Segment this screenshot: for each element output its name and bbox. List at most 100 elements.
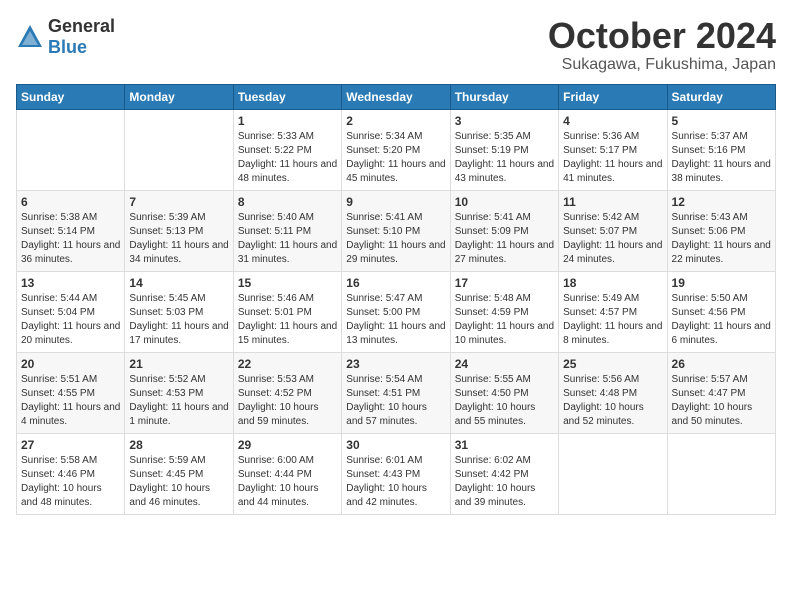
calendar-cell: 10Sunrise: 5:41 AM Sunset: 5:09 PM Dayli…	[450, 190, 558, 271]
day-number: 7	[129, 195, 228, 209]
day-info: Sunrise: 5:48 AM Sunset: 4:59 PM Dayligh…	[455, 292, 554, 348]
day-number: 31	[455, 438, 554, 452]
weekday-header-friday: Friday	[559, 84, 667, 109]
weekday-header-tuesday: Tuesday	[233, 84, 341, 109]
day-info: Sunrise: 5:41 AM Sunset: 5:09 PM Dayligh…	[455, 211, 554, 267]
day-number: 28	[129, 438, 228, 452]
day-number: 4	[563, 114, 662, 128]
day-info: Sunrise: 5:37 AM Sunset: 5:16 PM Dayligh…	[672, 130, 771, 186]
day-number: 16	[346, 276, 445, 290]
calendar-cell: 17 Sunrise: 5:48 AM Sunset: 4:59 PM Dayli…	[450, 271, 558, 352]
calendar-week-5: 27Sunrise: 5:58 AM Sunset: 4:46 PM Dayli…	[17, 433, 776, 514]
day-info: Sunrise: 5:35 AM Sunset: 5:19 PM Dayligh…	[455, 130, 554, 186]
calendar-cell: 8Sunrise: 5:40 AM Sunset: 5:11 PM Daylig…	[233, 190, 341, 271]
day-info: Sunrise: 6:02 AM Sunset: 4:42 PM Dayligh…	[455, 454, 554, 510]
day-info: Sunrise: 5:45 AM Sunset: 5:03 PM Dayligh…	[129, 292, 228, 348]
logo-general: General	[48, 16, 115, 36]
day-info: Sunrise: 5:42 AM Sunset: 5:07 PM Dayligh…	[563, 211, 662, 267]
calendar-cell: 12 Sunrise: 5:43 AM Sunset: 5:06 PM Dayli…	[667, 190, 775, 271]
day-info: Sunrise: 5:50 AM Sunset: 4:56 PM Dayligh…	[672, 292, 771, 348]
day-info: Sunrise: 5:55 AM Sunset: 4:50 PM Dayligh…	[455, 373, 554, 429]
page-header: General Blue October 2024 Sukagawa, Fuku…	[16, 16, 776, 74]
calendar-cell	[559, 433, 667, 514]
logo-icon	[16, 23, 44, 51]
day-number: 12	[672, 195, 771, 209]
day-info: Sunrise: 5:44 AM Sunset: 5:04 PM Dayligh…	[21, 292, 120, 348]
calendar-cell: 13 Sunrise: 5:44 AM Sunset: 5:04 PM Dayli…	[17, 271, 125, 352]
day-info: Sunrise: 5:34 AM Sunset: 5:20 PM Dayligh…	[346, 130, 445, 186]
calendar-cell	[667, 433, 775, 514]
logo-text: General Blue	[48, 16, 115, 58]
day-info: Sunrise: 5:43 AM Sunset: 5:06 PM Dayligh…	[672, 211, 771, 267]
day-info: Sunrise: 5:53 AM Sunset: 4:52 PM Dayligh…	[238, 373, 337, 429]
day-info: Sunrise: 5:49 AM Sunset: 4:57 PM Dayligh…	[563, 292, 662, 348]
day-number: 1	[238, 114, 337, 128]
calendar-week-2: 6 Sunrise: 5:38 AM Sunset: 5:14 PM Daylig…	[17, 190, 776, 271]
weekday-header-row: SundayMondayTuesdayWednesdayThursdayFrid…	[17, 84, 776, 109]
calendar-cell: 15Sunrise: 5:46 AM Sunset: 5:01 PM Dayli…	[233, 271, 341, 352]
day-info: Sunrise: 5:39 AM Sunset: 5:13 PM Dayligh…	[129, 211, 228, 267]
calendar-cell: 26 Sunrise: 5:57 AM Sunset: 4:47 PM Dayli…	[667, 352, 775, 433]
day-info: Sunrise: 5:36 AM Sunset: 5:17 PM Dayligh…	[563, 130, 662, 186]
logo: General Blue	[16, 16, 115, 58]
calendar-cell: 24 Sunrise: 5:55 AM Sunset: 4:50 PM Dayli…	[450, 352, 558, 433]
calendar-cell: 21 Sunrise: 5:52 AM Sunset: 4:53 PM Dayli…	[125, 352, 233, 433]
calendar-week-4: 20 Sunrise: 5:51 AM Sunset: 4:55 PM Dayli…	[17, 352, 776, 433]
title-block: October 2024 Sukagawa, Fukushima, Japan	[548, 16, 776, 74]
day-number: 17	[455, 276, 554, 290]
calendar-cell: 2Sunrise: 5:34 AM Sunset: 5:20 PM Daylig…	[342, 109, 450, 190]
day-number: 22	[238, 357, 337, 371]
day-number: 6	[21, 195, 120, 209]
day-info: Sunrise: 5:52 AM Sunset: 4:53 PM Dayligh…	[129, 373, 228, 429]
calendar-cell: 22 Sunrise: 5:53 AM Sunset: 4:52 PM Dayli…	[233, 352, 341, 433]
day-info: Sunrise: 5:51 AM Sunset: 4:55 PM Dayligh…	[21, 373, 120, 429]
day-info: Sunrise: 5:59 AM Sunset: 4:45 PM Dayligh…	[129, 454, 228, 510]
day-number: 21	[129, 357, 228, 371]
day-info: Sunrise: 5:57 AM Sunset: 4:47 PM Dayligh…	[672, 373, 771, 429]
calendar-cell: 4 Sunrise: 5:36 AM Sunset: 5:17 PM Daylig…	[559, 109, 667, 190]
calendar-table: SundayMondayTuesdayWednesdayThursdayFrid…	[16, 84, 776, 515]
calendar-week-3: 13 Sunrise: 5:44 AM Sunset: 5:04 PM Dayli…	[17, 271, 776, 352]
calendar-cell: 14 Sunrise: 5:45 AM Sunset: 5:03 PM Dayli…	[125, 271, 233, 352]
day-number: 14	[129, 276, 228, 290]
day-number: 26	[672, 357, 771, 371]
day-info: Sunrise: 5:33 AM Sunset: 5:22 PM Dayligh…	[238, 130, 337, 186]
day-number: 23	[346, 357, 445, 371]
location-title: Sukagawa, Fukushima, Japan	[548, 56, 776, 74]
weekday-header-wednesday: Wednesday	[342, 84, 450, 109]
day-info: Sunrise: 6:00 AM Sunset: 4:44 PM Dayligh…	[238, 454, 337, 510]
day-number: 13	[21, 276, 120, 290]
calendar-cell: 3Sunrise: 5:35 AM Sunset: 5:19 PM Daylig…	[450, 109, 558, 190]
day-number: 24	[455, 357, 554, 371]
calendar-cell: 9 Sunrise: 5:41 AM Sunset: 5:10 PM Daylig…	[342, 190, 450, 271]
calendar-cell: 7 Sunrise: 5:39 AM Sunset: 5:13 PM Daylig…	[125, 190, 233, 271]
calendar-cell: 5 Sunrise: 5:37 AM Sunset: 5:16 PM Daylig…	[667, 109, 775, 190]
day-info: Sunrise: 5:47 AM Sunset: 5:00 PM Dayligh…	[346, 292, 445, 348]
weekday-header-thursday: Thursday	[450, 84, 558, 109]
day-number: 5	[672, 114, 771, 128]
day-info: Sunrise: 6:01 AM Sunset: 4:43 PM Dayligh…	[346, 454, 445, 510]
calendar-cell	[17, 109, 125, 190]
calendar-cell: 16 Sunrise: 5:47 AM Sunset: 5:00 PM Dayli…	[342, 271, 450, 352]
day-number: 29	[238, 438, 337, 452]
calendar-cell: 18 Sunrise: 5:49 AM Sunset: 4:57 PM Dayli…	[559, 271, 667, 352]
day-info: Sunrise: 5:38 AM Sunset: 5:14 PM Dayligh…	[21, 211, 120, 267]
calendar-cell: 20 Sunrise: 5:51 AM Sunset: 4:55 PM Dayli…	[17, 352, 125, 433]
calendar-cell: 19Sunrise: 5:50 AM Sunset: 4:56 PM Dayli…	[667, 271, 775, 352]
day-number: 20	[21, 357, 120, 371]
day-info: Sunrise: 5:54 AM Sunset: 4:51 PM Dayligh…	[346, 373, 445, 429]
calendar-cell: 28 Sunrise: 5:59 AM Sunset: 4:45 PM Dayli…	[125, 433, 233, 514]
day-number: 18	[563, 276, 662, 290]
weekday-header-saturday: Saturday	[667, 84, 775, 109]
calendar-week-1: 1 Sunrise: 5:33 AM Sunset: 5:22 PM Daylig…	[17, 109, 776, 190]
day-number: 25	[563, 357, 662, 371]
day-number: 9	[346, 195, 445, 209]
day-info: Sunrise: 5:41 AM Sunset: 5:10 PM Dayligh…	[346, 211, 445, 267]
calendar-cell: 30Sunrise: 6:01 AM Sunset: 4:43 PM Dayli…	[342, 433, 450, 514]
day-number: 11	[563, 195, 662, 209]
day-info: Sunrise: 5:40 AM Sunset: 5:11 PM Dayligh…	[238, 211, 337, 267]
calendar-cell: 23 Sunrise: 5:54 AM Sunset: 4:51 PM Dayli…	[342, 352, 450, 433]
day-info: Sunrise: 5:58 AM Sunset: 4:46 PM Dayligh…	[21, 454, 120, 510]
calendar-cell: 25Sunrise: 5:56 AM Sunset: 4:48 PM Dayli…	[559, 352, 667, 433]
calendar-cell: 11 Sunrise: 5:42 AM Sunset: 5:07 PM Dayli…	[559, 190, 667, 271]
